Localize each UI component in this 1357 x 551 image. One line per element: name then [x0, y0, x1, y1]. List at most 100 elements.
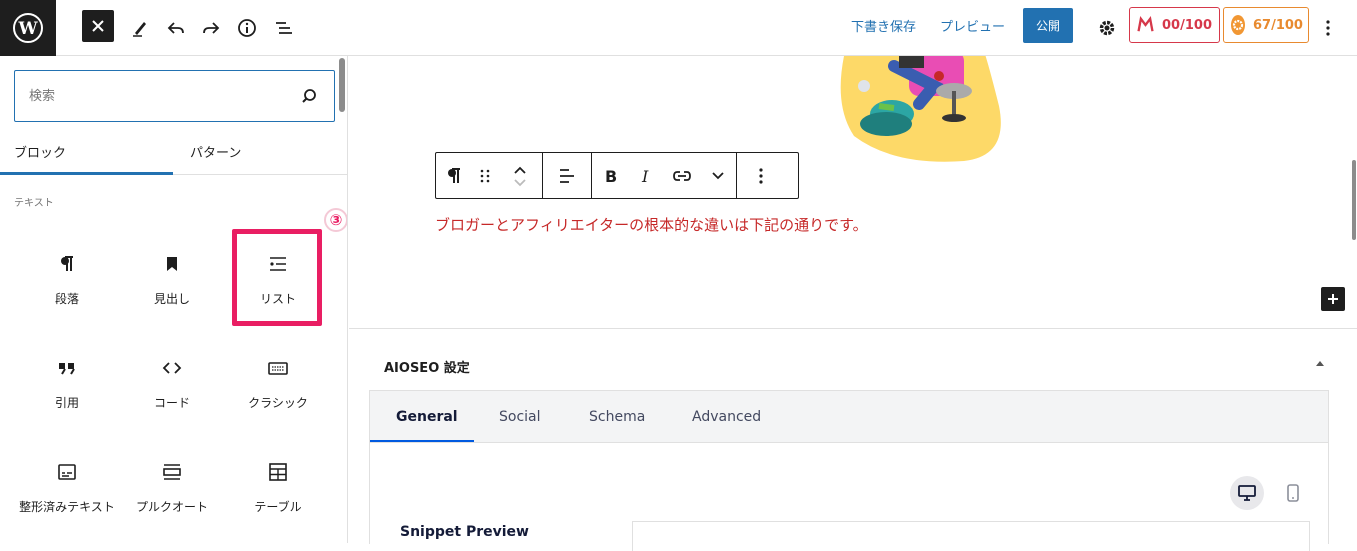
svg-text:B: B: [605, 168, 617, 184]
block-quote[interactable]: 引用: [17, 356, 117, 446]
search-input[interactable]: [29, 86, 289, 106]
tab-schema[interactable]: Schema: [589, 409, 645, 425]
chevron-down-icon: [712, 172, 724, 180]
tools-button[interactable]: [124, 12, 156, 44]
search-box: [14, 70, 335, 122]
pullquote-icon: [163, 464, 181, 480]
list-block-highlight-annotation: [232, 229, 322, 326]
tab-patterns[interactable]: パターン: [190, 142, 241, 161]
add-block-button[interactable]: [1321, 287, 1345, 311]
keyboard-icon: [268, 362, 288, 375]
canvas-scrollbar[interactable]: [1352, 160, 1356, 240]
tab-general[interactable]: General: [396, 409, 458, 425]
close-inserter-button[interactable]: [82, 10, 114, 42]
desktop-icon: [1238, 485, 1256, 501]
more-vertical-icon: [1326, 20, 1330, 36]
bold-button[interactable]: B: [592, 153, 628, 198]
mobile-preview-button[interactable]: [1276, 476, 1310, 510]
block-classic[interactable]: クラシック: [228, 356, 328, 446]
block-label: コード: [153, 396, 190, 410]
section-label-text: テキスト: [14, 198, 54, 209]
block-heading[interactable]: 見出し: [122, 252, 222, 342]
align-left-icon: [560, 168, 574, 183]
drag-handle[interactable]: [472, 153, 498, 198]
plus-icon: [1328, 294, 1338, 304]
seo-score-button[interactable]: 00/100: [1129, 7, 1220, 43]
align-text-button[interactable]: [543, 153, 591, 198]
redo-icon: [203, 22, 220, 34]
block-pullquote[interactable]: プルクオート: [122, 460, 222, 543]
paragraph-block[interactable]: ブロガーとアフィリエイターの根本的な違いは下記の通りです。: [435, 214, 868, 235]
paragraph-icon: [61, 256, 73, 271]
collapse-triangle-icon[interactable]: [1315, 359, 1325, 367]
svg-text:I: I: [641, 168, 649, 184]
block-label: クラシック: [248, 396, 308, 410]
block-label: 見出し: [153, 292, 190, 306]
block-table[interactable]: テーブル: [228, 460, 328, 543]
truseo-gear-icon: [1231, 15, 1245, 35]
italic-button[interactable]: I: [628, 153, 664, 198]
save-draft-button[interactable]: 下書き保存: [851, 16, 916, 35]
block-preformatted[interactable]: 整形済みテキスト: [17, 460, 117, 543]
aioseo-settings-panel: AIOSEO 設定 General Social Schema Advanced…: [349, 328, 1357, 551]
options-menu-button[interactable]: [1313, 12, 1343, 44]
preview-button[interactable]: プレビュー: [940, 16, 1005, 35]
change-block-type-button[interactable]: [436, 153, 472, 198]
preformatted-icon: [58, 464, 76, 480]
snippet-preview-label: Snippet Preview: [400, 524, 529, 540]
details-button[interactable]: [231, 12, 263, 44]
undo-button[interactable]: [160, 12, 192, 44]
block-inserter-panel: ブロック パターン テキスト 段落 見出し リスト 引用 コード クラシック: [0, 56, 348, 543]
paragraph-icon: [448, 167, 460, 183]
block-label: 整形済みテキスト: [19, 500, 115, 514]
wordpress-icon: W: [13, 13, 43, 43]
mobile-icon: [1287, 484, 1299, 502]
redo-button[interactable]: [195, 12, 227, 44]
quote-icon: [59, 363, 75, 375]
list-view-icon: [276, 22, 292, 34]
block-options-button[interactable]: [737, 153, 785, 198]
inserter-scrollbar[interactable]: [339, 58, 345, 112]
block-toolbar: B I: [435, 152, 799, 199]
tab-blocks[interactable]: ブロック: [14, 142, 66, 161]
table-icon: [269, 463, 287, 481]
italic-icon: I: [641, 168, 649, 184]
gear-icon: [1099, 20, 1115, 36]
blogger-illustration-image: [840, 56, 1001, 162]
link-button[interactable]: [664, 153, 700, 198]
list-view-button[interactable]: [268, 12, 300, 44]
chevron-up-icon[interactable]: [513, 165, 527, 174]
aioseo-logo-icon: [1137, 16, 1154, 32]
active-tab-indicator: [0, 172, 173, 175]
truseo-score-button[interactable]: 67/100: [1223, 7, 1309, 43]
desktop-preview-button[interactable]: [1230, 476, 1264, 510]
move-block-buttons[interactable]: [498, 153, 542, 198]
publish-button[interactable]: 公開: [1023, 8, 1073, 43]
wordpress-logo-button[interactable]: W: [0, 0, 56, 56]
block-code[interactable]: コード: [122, 356, 222, 446]
editor-canvas: B I ブロガーとアフィリエイターの根本的な違いは下記の通りです。: [349, 56, 1357, 328]
block-label: プルクオート: [135, 500, 208, 514]
code-icon: [162, 362, 182, 374]
more-vertical-icon: [759, 167, 763, 184]
snippet-preview-box: [632, 521, 1310, 551]
drag-handle-icon: [480, 169, 490, 182]
seo-score-value: 00/100: [1162, 17, 1212, 33]
block-label: 段落: [54, 292, 79, 306]
close-icon: [92, 20, 104, 32]
info-icon: [238, 19, 256, 37]
chevron-down-icon[interactable]: [513, 178, 527, 187]
undo-icon: [167, 22, 184, 34]
aioseo-panel-title: AIOSEO 設定: [384, 361, 470, 376]
tab-advanced[interactable]: Advanced: [692, 409, 761, 425]
tab-social[interactable]: Social: [499, 409, 541, 425]
more-formatting-button[interactable]: [700, 153, 736, 198]
bold-icon: B: [605, 168, 617, 184]
editor-header: W 下書き保存 プレビュー 公開 00/100 67/100: [0, 0, 1357, 56]
aioseo-tabs: General Social Schema Advanced: [369, 390, 1329, 443]
settings-button[interactable]: [1091, 12, 1123, 44]
block-paragraph[interactable]: 段落: [17, 252, 117, 342]
truseo-score-value: 67/100: [1253, 17, 1303, 33]
block-label: テーブル: [254, 500, 302, 514]
svg-text:W: W: [17, 19, 38, 39]
